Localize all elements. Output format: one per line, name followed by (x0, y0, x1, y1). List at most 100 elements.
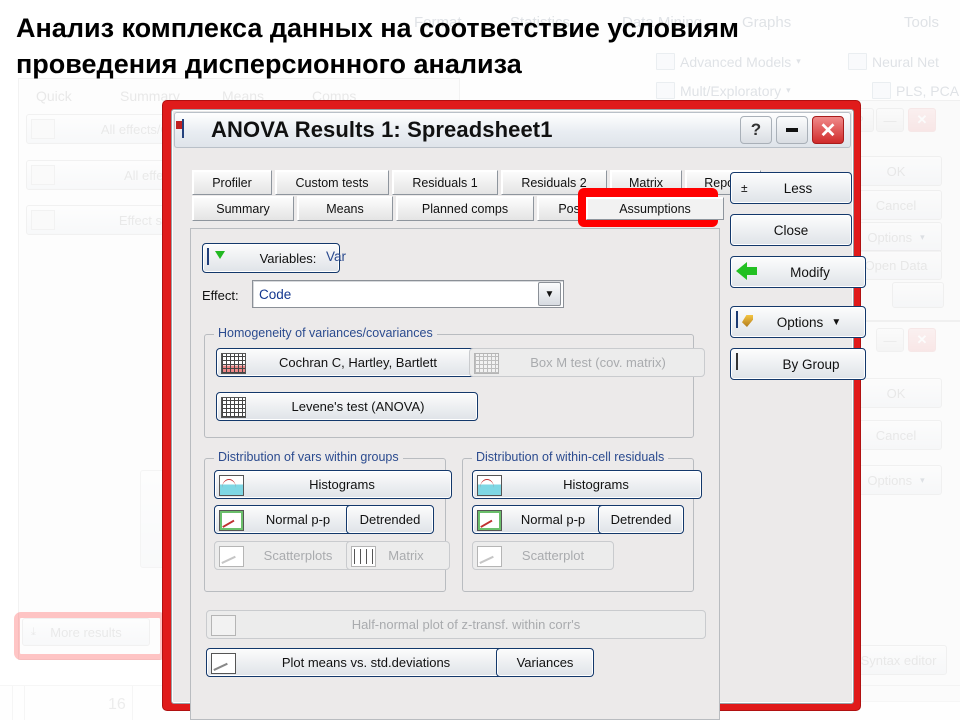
ribbon-mult-exploratory[interactable]: Mult/Exploratory ▾ (656, 82, 791, 99)
mult-exploratory-icon (656, 82, 675, 99)
scatter-line-icon (211, 653, 236, 674)
dialog-titlebar-buttons: ? ✕ (740, 116, 850, 144)
histogram-icon (219, 475, 244, 496)
variables-button[interactable]: Variables: (202, 243, 340, 273)
half-normal-plot-button: Half-normal plot of z-transf. within cor… (206, 610, 706, 639)
effect-value: Code (259, 286, 292, 302)
close-dialog-button[interactable]: Close (730, 214, 852, 246)
plot-means-vs-std-button[interactable]: Plot means vs. std.deviations (206, 648, 506, 677)
dist-resid-scatterplot-label: Scatterplot (521, 548, 585, 563)
grid-red-icon (221, 353, 246, 374)
dist-vars-matrix-button: Matrix (346, 541, 450, 570)
tab-profiler[interactable]: Profiler (192, 170, 272, 195)
homogeneity-group-label: Homogeneity of variances/covariances (214, 326, 437, 340)
background-button-more-results[interactable]: ⤓ More results (22, 618, 150, 646)
tab-summary[interactable]: Summary (192, 196, 294, 221)
background-dialog-2-cancel[interactable]: Cancel (850, 420, 942, 450)
dist-resid-normal-pp-label: Normal p-p (520, 512, 586, 527)
ribbon-pls-pca[interactable]: PLS, PCA (872, 82, 959, 99)
levenes-test-button[interactable]: Levene's test (ANOVA) (216, 392, 478, 421)
dist-vars-scatterplots-button: Scatterplots (214, 541, 362, 570)
tab-means[interactable]: Means (297, 196, 393, 221)
chevron-down-icon[interactable]: ▼ (538, 282, 561, 306)
plot-icon (211, 615, 236, 636)
chevron-down-icon: ▾ (920, 474, 925, 485)
cochran-hartley-bartlett-button[interactable]: Cochran C, Hartley, Bartlett (216, 348, 478, 377)
modify-button[interactable]: Modify (730, 256, 866, 288)
box-m-test-label: Box M test (cov. matrix) (530, 355, 666, 370)
less-button[interactable]: ± Less (730, 172, 852, 204)
variables-value: Var (326, 249, 347, 264)
all-effects-icon (31, 165, 55, 185)
by-group-button-label: By Group (782, 356, 840, 372)
background-dialog-1-minimize[interactable]: — (876, 108, 904, 132)
dist-resid-detrended-button[interactable]: Detrended (598, 505, 684, 534)
background-dialog-1-options[interactable]: Options ▾ (850, 222, 942, 252)
by-group-icon (736, 353, 758, 374)
help-button[interactable]: ? (740, 116, 772, 144)
dist-vars-detrended-button[interactable]: Detrended (346, 505, 434, 534)
anova-results-dialog: ANOVA Results 1: Spreadsheet1 ? ✕ Profil… (171, 109, 866, 720)
close-button[interactable]: ✕ (812, 116, 844, 144)
grid-icon (221, 397, 246, 418)
pls-pca-icon (872, 82, 891, 99)
dist-vars-histograms-button[interactable]: Histograms (214, 470, 452, 499)
background-tab-quick[interactable]: Quick (36, 88, 72, 104)
menu-item-tools[interactable]: Tools (904, 14, 939, 31)
dist-vars-histograms-label: Histograms (309, 477, 375, 492)
variances-button[interactable]: Variances (496, 648, 594, 677)
cochran-hartley-bartlett-label: Cochran C, Hartley, Bartlett (279, 355, 437, 370)
dist-resid-normal-pp-button[interactable]: Normal p-p (472, 505, 614, 534)
dist-vars-matrix-label: Matrix (388, 548, 424, 563)
by-group-button[interactable]: By Group (730, 348, 866, 380)
background-dialog-2-close[interactable]: ✕ (908, 328, 936, 352)
slide-heading-line-2: проведения дисперсионного анализа (16, 49, 522, 79)
background-dialog-1-close[interactable]: ✕ (908, 108, 936, 132)
ribbon-pls-pca-label: PLS, PCA (896, 82, 960, 99)
background-dialog-2-syntax-editor[interactable]: Syntax editor (850, 645, 947, 675)
dialog-red-highlight-border: ANOVA Results 1: Spreadsheet1 ? ✕ Profil… (163, 101, 866, 720)
tab-custom-tests[interactable]: Custom tests (275, 170, 389, 195)
normal-pp-icon (219, 510, 244, 531)
background-dialog-2-options[interactable]: Options ▾ (850, 465, 942, 495)
tab-planned-comps[interactable]: Planned comps (396, 196, 534, 221)
background-dialog-1-ok[interactable]: OK (850, 156, 942, 186)
minimize-button[interactable] (776, 116, 808, 144)
background-dialog-2-ok[interactable]: OK (850, 378, 942, 408)
levenes-test-label: Levene's test (ANOVA) (291, 399, 425, 414)
background-dialog-1-print-icon[interactable] (892, 282, 944, 308)
options-button[interactable]: Options ▼ (730, 306, 866, 338)
tab-residuals-1[interactable]: Residuals 1 (392, 170, 498, 195)
dist-vars-group-label: Distribution of vars within groups (214, 450, 403, 464)
effect-combobox[interactable]: Code ▼ (252, 280, 564, 308)
chevron-down-icon: ▾ (786, 85, 791, 95)
cell-number: 16 (108, 696, 126, 713)
tab-assumptions[interactable]: Assumptions (586, 197, 724, 220)
background-dialog-2-options-label: Options (867, 472, 913, 488)
plot-means-vs-std-label: Plot means vs. std.deviations (281, 655, 451, 670)
spreadsheet-icon (182, 119, 204, 140)
dialog-tabs-row-2: Summary Means Planned comps Post-hoc (192, 196, 632, 221)
dialog-title-bar[interactable]: ANOVA Results 1: Spreadsheet1 ? ✕ (174, 112, 851, 148)
background-dialog-1-options-label: Options (867, 229, 913, 245)
grid-icon (474, 353, 499, 374)
variables-icon (207, 247, 230, 268)
dist-vars-scatterplots-label: Scatterplots (263, 548, 333, 563)
background-dialog-2-minimize[interactable]: — (876, 328, 904, 352)
dist-vars-normal-pp-button[interactable]: Normal p-p (214, 505, 362, 534)
background-dialog-1-cancel[interactable]: Cancel (850, 190, 942, 220)
options-button-label: Options (776, 314, 824, 330)
slide-heading-line-1: Анализ комплекса данных на соответствие … (16, 13, 739, 43)
slide-heading: Анализ комплекса данных на соответствие … (16, 12, 896, 81)
dist-resid-histograms-button[interactable]: Histograms (472, 470, 702, 499)
dist-resid-histograms-label: Histograms (563, 477, 629, 492)
dist-vars-normal-pp-label: Normal p-p (265, 512, 331, 527)
dialog-title: ANOVA Results 1: Spreadsheet1 (211, 117, 553, 142)
chevron-down-icon: ▾ (920, 231, 925, 242)
normal-pp-icon (477, 510, 502, 531)
less-button-label: Less (783, 180, 813, 196)
chevron-down-icon: ▼ (831, 316, 842, 328)
half-normal-plot-label: Half-normal plot of z-transf. within cor… (351, 617, 581, 632)
options-icon (736, 311, 758, 332)
dist-resid-scatterplot-button: Scatterplot (472, 541, 614, 570)
